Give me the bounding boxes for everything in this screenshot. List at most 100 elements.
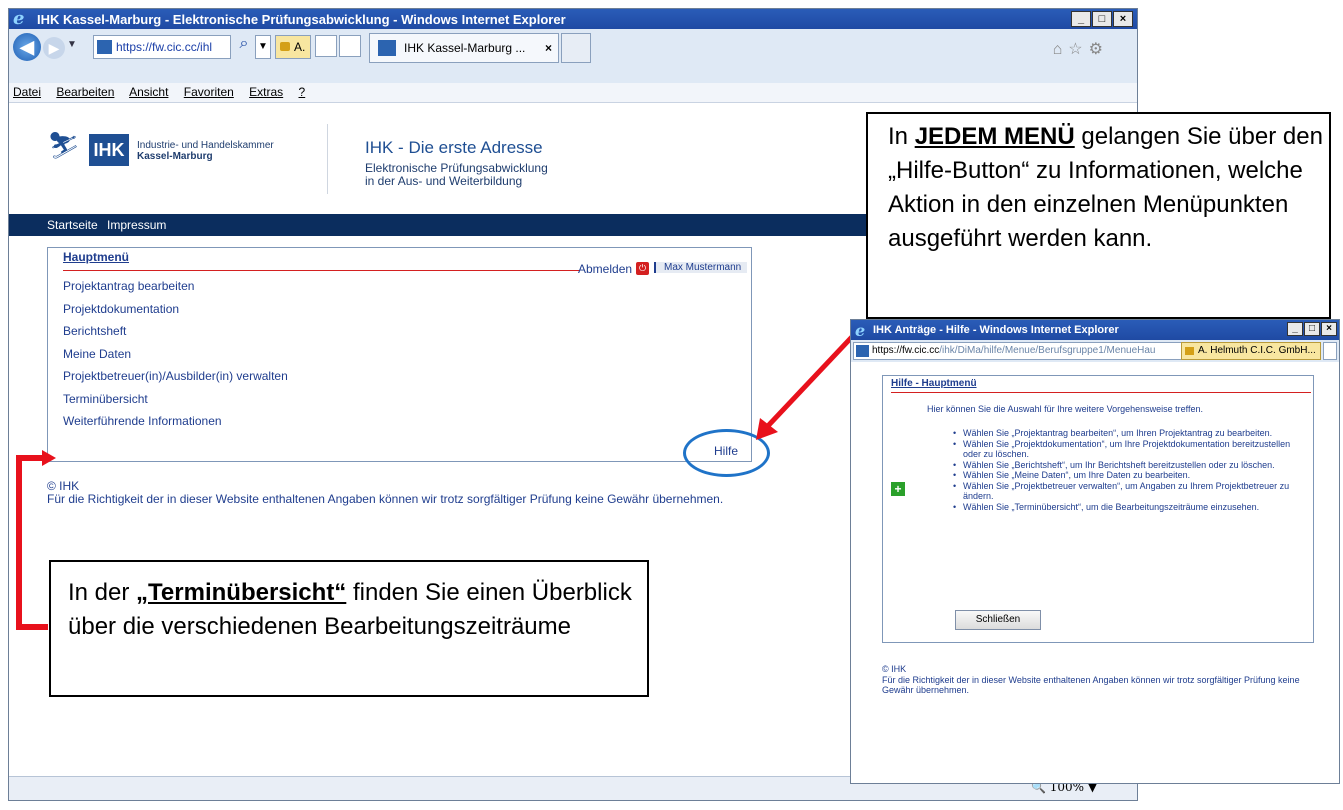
callout-terminuebersicht: In der „Terminübersicht“ finden Sie eine…: [49, 560, 649, 697]
tab-label: IHK Kassel-Marburg ...: [404, 41, 526, 55]
footer-disclaimer: Für die Richtigkeit der in dieser Websit…: [47, 492, 724, 506]
schliessen-button[interactable]: Schließen: [955, 610, 1041, 630]
search-icon[interactable]: ⌕: [234, 35, 254, 59]
menu-bearbeiten[interactable]: Bearbeiten: [56, 85, 114, 99]
menu-help[interactable]: ?: [299, 85, 306, 99]
window-controls: _ □ ×: [1071, 11, 1133, 27]
home-favorites-tools-icons[interactable]: ⌂☆⚙: [1053, 39, 1109, 59]
popup-close-button[interactable]: ×: [1321, 322, 1337, 336]
plus-icon: +: [891, 482, 905, 496]
window-titlebar: e IHK Kassel-Marburg - Elektronische Prü…: [9, 9, 1137, 29]
help-divider: [891, 392, 1311, 393]
help-bullet: Wählen Sie „Terminübersicht“, um die Bea…: [953, 502, 1293, 513]
main-menu-box: Hauptmenü Abmelden ⏻ Max Mustermann Proj…: [47, 247, 752, 462]
popup-url-host: https://fw.cic.cc: [872, 345, 940, 356]
help-popup-window: e IHK Anträge - Hilfe - Windows Internet…: [850, 319, 1340, 784]
ihk-logo: IHK: [89, 134, 129, 166]
menu-item-weiterfuehrende-informationen[interactable]: Weiterführende Informationen: [63, 413, 288, 436]
address-bar[interactable]: https://fw.cic.cc/ihl: [93, 35, 231, 59]
popup-certificate[interactable]: A. Helmuth C.I.C. GmbH...: [1181, 342, 1321, 360]
menu-item-meine-daten[interactable]: Meine Daten: [63, 346, 288, 369]
annotation-bracket-top: [16, 455, 44, 461]
browser-toolbar: ◀ ▶ ▼ https://fw.cic.cc/ihl ⌕ ▼ A. IHK K…: [9, 29, 1137, 83]
help-title: Hilfe - Hauptmenü: [891, 378, 977, 389]
chamber-line2: Kassel-Marburg: [137, 151, 213, 162]
menu-item-projektbetreuer[interactable]: Projektbetreuer(in)/Ausbilder(in) verwal…: [63, 368, 288, 391]
tab-close-icon[interactable]: ×: [545, 34, 552, 62]
popup-title: IHK Anträge - Hilfe - Windows Internet E…: [873, 324, 1119, 336]
header-divider: [327, 124, 328, 194]
help-bullet: Wählen Sie „Projektbetreuer verwalten“, …: [953, 481, 1293, 502]
subtitle-line2: in der Aus- und Weiterbildung: [365, 174, 523, 188]
maximize-button[interactable]: □: [1092, 11, 1112, 27]
main-menu-list: Projektantrag bearbeiten Projektdokument…: [63, 278, 288, 436]
help-bullet: Wählen Sie „Projektantrag bearbeiten“, u…: [953, 428, 1293, 439]
security-certificate-button[interactable]: A.: [275, 35, 311, 59]
popup-minimize-button[interactable]: _: [1287, 322, 1303, 336]
popup-footer-text: Für die Richtigkeit der in dieser Websit…: [882, 674, 1300, 696]
popup-window-controls: _ □ ×: [1287, 322, 1337, 336]
close-button[interactable]: ×: [1113, 11, 1133, 27]
ihk-figure-icon: ⛷: [47, 130, 81, 160]
callout-help-prefix: In: [888, 123, 915, 150]
logout-link[interactable]: Abmelden: [578, 262, 632, 276]
compatibility-icon[interactable]: [315, 35, 337, 57]
main-menu-title: Hauptmenü: [63, 250, 129, 264]
address-text: https://fw.cic.cc/ihl: [116, 40, 213, 54]
forward-button[interactable]: ▶: [43, 37, 65, 59]
popup-favicon-icon: [856, 345, 869, 357]
menu-item-projektantrag[interactable]: Projektantrag bearbeiten: [63, 278, 288, 301]
nav-startseite[interactable]: Startseite: [47, 218, 98, 232]
help-bullet: Wählen Sie „Projektdokumentation“, um Ih…: [953, 439, 1293, 460]
ie-logo-icon: e: [13, 8, 25, 29]
annotation-bracket-bottom: [16, 624, 48, 630]
help-bullet: Wählen Sie „Meine Daten“, um Ihre Daten …: [953, 470, 1293, 481]
browser-tab[interactable]: IHK Kassel-Marburg ... ×: [369, 33, 559, 63]
menu-datei[interactable]: Datei: [13, 85, 41, 99]
callout-help: In JEDEM MENÜ gelangen Sie über den „Hil…: [866, 112, 1331, 319]
nav-impressum[interactable]: Impressum: [107, 218, 166, 232]
site-favicon-icon: [97, 40, 112, 54]
menu-extras[interactable]: Extras: [249, 85, 283, 99]
popup-compat-icon[interactable]: [1323, 342, 1337, 360]
page-subtitle: Elektronische Prüfungsabwicklung in der …: [365, 162, 548, 188]
menu-item-projektdokumentation[interactable]: Projektdokumentation: [63, 301, 288, 324]
help-bullet: Wählen Sie „Berichtsheft“, um Ihr Berich…: [953, 460, 1293, 471]
help-highlight-ring: [683, 429, 770, 477]
annotation-bracket: [16, 455, 22, 629]
help-intro: Hier können Sie die Auswahl für Ihre wei…: [927, 404, 1203, 414]
user-name: Max Mustermann: [654, 262, 748, 273]
chamber-name: Industrie- und Handelskammer Kassel-Marb…: [137, 140, 274, 162]
power-icon[interactable]: ⏻: [636, 262, 649, 275]
popup-url-path: /ihk/DiMa/hilfe/Menue/Berufsgruppe1/Menu…: [939, 345, 1156, 356]
menu-item-terminuebersicht[interactable]: Terminübersicht: [63, 391, 288, 414]
page-footer: © IHK Für die Richtigkeit der in dieser …: [47, 480, 723, 506]
menu-bar: Datei Bearbeiten Ansicht Favoriten Extra…: [9, 83, 1137, 103]
help-bullet-list: Wählen Sie „Projektantrag bearbeiten“, u…: [953, 428, 1293, 512]
page-title: IHK - Die erste Adresse: [365, 138, 543, 157]
popup-footer-copyright: © IHK: [882, 664, 907, 674]
refresh-icon[interactable]: [339, 35, 361, 57]
popup-footer: © IHK Für die Richtigkeit der in dieser …: [882, 664, 1322, 696]
popup-titlebar: e IHK Anträge - Hilfe - Windows Internet…: [851, 320, 1339, 340]
history-dropdown-icon[interactable]: ▼: [67, 39, 77, 50]
chamber-line1: Industrie- und Handelskammer: [137, 140, 274, 151]
popup-address-bar: https://fw.cic.cc/ihk/DiMa/hilfe/Menue/B…: [851, 340, 1339, 362]
menu-ansicht[interactable]: Ansicht: [129, 85, 168, 99]
annotation-arrow-icon: [42, 450, 56, 466]
menu-divider: [63, 270, 580, 271]
tab-favicon-icon: [378, 40, 396, 56]
minimize-button[interactable]: _: [1071, 11, 1091, 27]
window-title: IHK Kassel-Marburg - Elektronische Prüfu…: [37, 11, 566, 27]
callout-termin-bold: „Terminübersicht“: [136, 579, 347, 606]
callout-help-bold: JEDEM MENÜ: [914, 123, 1075, 150]
back-button[interactable]: ◀: [13, 33, 41, 61]
menu-item-berichtsheft[interactable]: Berichtsheft: [63, 323, 288, 346]
new-tab-button[interactable]: [561, 33, 591, 63]
popup-ie-icon: e: [855, 321, 866, 340]
help-content-box: Hilfe - Hauptmenü Hier können Sie die Au…: [882, 375, 1314, 643]
address-dropdown-button[interactable]: ▼: [255, 35, 271, 59]
popup-maximize-button[interactable]: □: [1304, 322, 1320, 336]
menu-favoriten[interactable]: Favoriten: [184, 85, 234, 99]
callout-termin-prefix: In der: [68, 579, 137, 606]
